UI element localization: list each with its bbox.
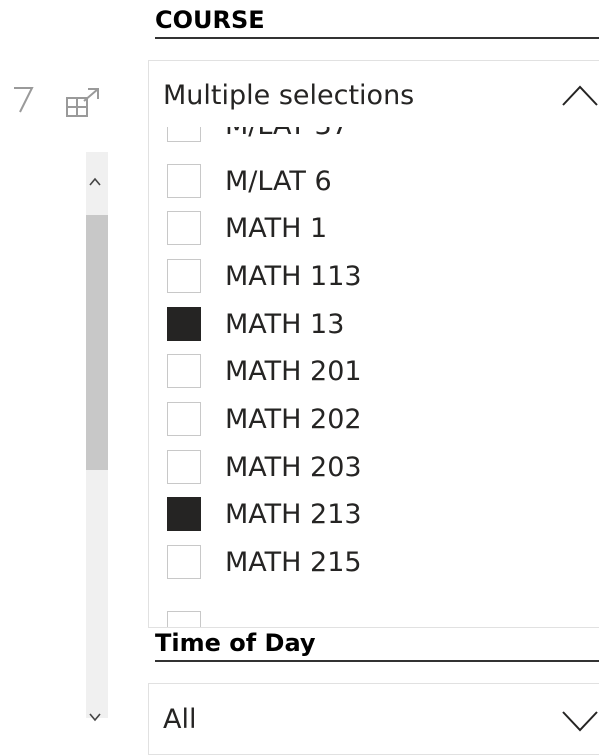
list-item[interactable]: M/LAT 37	[167, 127, 349, 143]
chevron-down-icon[interactable]	[559, 706, 599, 738]
list-item[interactable]: MATH 202	[167, 401, 362, 437]
list-item[interactable]: MATH 13	[167, 306, 344, 342]
list-item-label: MATH 13	[225, 308, 345, 340]
checkbox[interactable]	[167, 127, 201, 142]
checkbox-checked[interactable]	[167, 307, 201, 341]
list-item-partial[interactable]	[167, 610, 201, 627]
list-item[interactable]: MATH 1	[167, 210, 327, 246]
filter-icon[interactable]	[8, 82, 38, 116]
course-dropdown[interactable]: Multiple selections	[148, 60, 599, 128]
scroll-up-icon[interactable]	[83, 170, 107, 194]
list-item[interactable]: MATH 203	[167, 449, 362, 485]
list-item[interactable]: MATH 215	[167, 544, 362, 580]
list-item[interactable]: MATH 113	[167, 258, 362, 294]
checkbox[interactable]	[167, 164, 201, 198]
list-item-label: MATH 213	[225, 498, 362, 530]
checkbox[interactable]	[167, 259, 201, 293]
list-item-label: MATH 1	[225, 212, 328, 244]
list-item-label: MATH 201	[225, 355, 362, 387]
scroll-down-icon[interactable]	[83, 705, 107, 729]
checkbox[interactable]	[167, 402, 201, 436]
list-item-label: MATH 215	[225, 546, 362, 578]
list-item-label: MATH 203	[225, 451, 362, 483]
time-of-day-dropdown-value: All	[163, 704, 197, 735]
checkbox-checked[interactable]	[167, 497, 201, 531]
checkbox[interactable]	[167, 611, 201, 627]
course-dropdown-value: Multiple selections	[163, 80, 415, 111]
list-item[interactable]: MATH 213	[167, 496, 362, 532]
list-item[interactable]: M/LAT 6	[167, 163, 332, 199]
list-item[interactable]: MATH 201	[167, 353, 362, 389]
checkbox[interactable]	[167, 211, 201, 245]
list-item-label: MATH 202	[225, 403, 362, 435]
list-item-label: MATH 113	[225, 260, 362, 292]
time-of-day-header: Time of Day	[155, 628, 599, 662]
chevron-up-icon[interactable]	[559, 81, 599, 113]
list-item-label: M/LAT 37	[225, 127, 349, 141]
focus-mode-icon[interactable]	[64, 86, 102, 120]
course-slicer-header: COURSE	[155, 5, 599, 39]
list-item-label: M/LAT 6	[225, 165, 332, 197]
checkbox[interactable]	[167, 450, 201, 484]
time-of-day-dropdown[interactable]: All	[148, 683, 599, 755]
checkbox[interactable]	[167, 354, 201, 388]
checkbox[interactable]	[167, 545, 201, 579]
course-list[interactable]: M/LAT 37 M/LAT 6 MATH 1 MATH 113 MATH 13…	[148, 127, 599, 628]
scrollbar-thumb[interactable]	[86, 215, 108, 470]
